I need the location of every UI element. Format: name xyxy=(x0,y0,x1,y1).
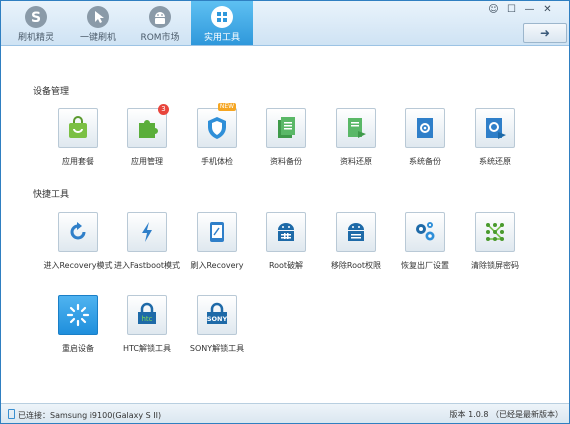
tool-label: SONY解锁工具 xyxy=(189,344,245,353)
utilities-panel: 设备管理 应用套餐 3 应用管理 NEW 手机体检 资料备份 资料还原 系统备份 xyxy=(1,46,569,403)
bag-icon xyxy=(69,116,87,138)
update-button[interactable]: ➜ xyxy=(523,23,567,43)
android-icon xyxy=(149,6,171,28)
cursor-icon xyxy=(87,6,109,28)
section-title-shortcut-tools: 快捷工具 xyxy=(33,190,70,200)
top-navigation-bar: S 刷机精灵 一键刷机 ROM市场 实用工具 ☺ ☐ — ✕ ➜ xyxy=(1,1,569,46)
nav-tab-label: 一键刷机 xyxy=(79,33,116,43)
feedback-icon[interactable]: ☺ xyxy=(487,3,500,16)
refresh-icon xyxy=(70,222,86,240)
nav-tab-label: 实用工具 xyxy=(203,33,240,43)
tool-remove-root[interactable]: 移除Root权限 xyxy=(321,212,391,282)
tool-data-restore[interactable]: 资料还原 xyxy=(321,108,391,178)
document-restore-icon xyxy=(348,118,366,138)
sony-lock-icon: SONY xyxy=(207,302,228,324)
tool-data-backup[interactable]: 资料备份 xyxy=(251,108,321,178)
nav-tab-rom-market[interactable]: ROM市场 xyxy=(129,1,191,45)
nav-tab-label: 刷机精灵 xyxy=(17,33,54,43)
tool-enter-recovery[interactable]: 进入Recovery模式 xyxy=(43,212,113,282)
svg-text:SONY: SONY xyxy=(207,315,228,323)
s-logo-icon: S xyxy=(25,6,47,28)
version-text: 版本 1.0.8 （已经是最新版本） xyxy=(449,410,563,419)
notification-badge: 3 xyxy=(158,104,169,115)
nav-tab-utilities[interactable]: 实用工具 xyxy=(191,1,253,45)
section-title-device-management: 设备管理 xyxy=(33,87,70,97)
spinner-icon xyxy=(66,303,90,327)
tool-label: 清除锁屏密码 xyxy=(471,261,519,270)
system-backup-icon xyxy=(417,118,433,138)
svg-text:S: S xyxy=(31,10,41,26)
tool-system-restore[interactable]: 系统还原 xyxy=(460,108,530,178)
nav-tab-flash-wizard[interactable]: S 刷机精灵 xyxy=(5,1,67,45)
puzzle-icon xyxy=(139,120,158,138)
android-box-icon xyxy=(278,223,294,241)
tool-flash-recovery[interactable]: 刷入Recovery xyxy=(182,212,252,282)
tool-label: 系统还原 xyxy=(479,157,511,166)
shield-icon xyxy=(208,117,226,139)
tool-app-manager[interactable]: 3 应用管理 xyxy=(112,104,182,178)
tool-phone-checkup[interactable]: NEW 手机体检 xyxy=(182,103,252,178)
tool-factory-reset[interactable]: 恢复出厂设置 xyxy=(390,212,460,282)
grid-icon xyxy=(211,6,233,28)
close-button[interactable]: ✕ xyxy=(541,3,554,16)
gears-icon xyxy=(416,222,435,241)
android-box-icon xyxy=(348,223,364,241)
tool-enter-fastboot[interactable]: 进入Fastboot模式 xyxy=(112,212,182,282)
lightning-icon xyxy=(142,222,152,242)
status-bar: 已连接：Samsung i9100(Galaxy S II) 版本 1.0.8 … xyxy=(1,403,569,423)
tool-system-backup[interactable]: 系统备份 xyxy=(390,108,460,178)
new-tag: NEW xyxy=(218,103,236,111)
tablet-icon xyxy=(210,222,224,242)
tool-app-bundle[interactable]: 应用套餐 xyxy=(43,108,113,178)
pattern-lock-icon xyxy=(486,223,504,241)
nav-tab-label: ROM市场 xyxy=(140,33,180,43)
minimize-button[interactable]: — xyxy=(523,3,536,16)
tool-sony-unlock[interactable]: SONY SONY解锁工具 xyxy=(182,295,252,365)
arrow-down-right-icon: ➜ xyxy=(539,26,551,40)
htc-lock-icon: htc xyxy=(138,302,156,324)
tool-root[interactable]: Root破解 xyxy=(251,212,321,282)
skin-icon[interactable]: ☐ xyxy=(505,3,518,16)
phone-icon xyxy=(8,409,15,419)
app-window: S 刷机精灵 一键刷机 ROM市场 实用工具 ☺ ☐ — ✕ ➜ 设备管理 应用… xyxy=(0,0,570,424)
connection-status: 已连接：Samsung i9100(Galaxy S II) xyxy=(8,409,161,421)
tool-htc-unlock[interactable]: htc HTC解锁工具 xyxy=(112,295,182,365)
tool-clear-lock-password[interactable]: 清除锁屏密码 xyxy=(460,212,530,282)
tool-reboot-device[interactable]: 重启设备 xyxy=(43,295,113,365)
connection-text: 已连接：Samsung i9100(Galaxy S II) xyxy=(18,411,162,420)
svg-text:htc: htc xyxy=(141,315,152,323)
system-restore-icon xyxy=(486,118,506,139)
nav-tab-one-click-flash[interactable]: 一键刷机 xyxy=(67,1,129,45)
document-stack-icon xyxy=(278,117,295,138)
